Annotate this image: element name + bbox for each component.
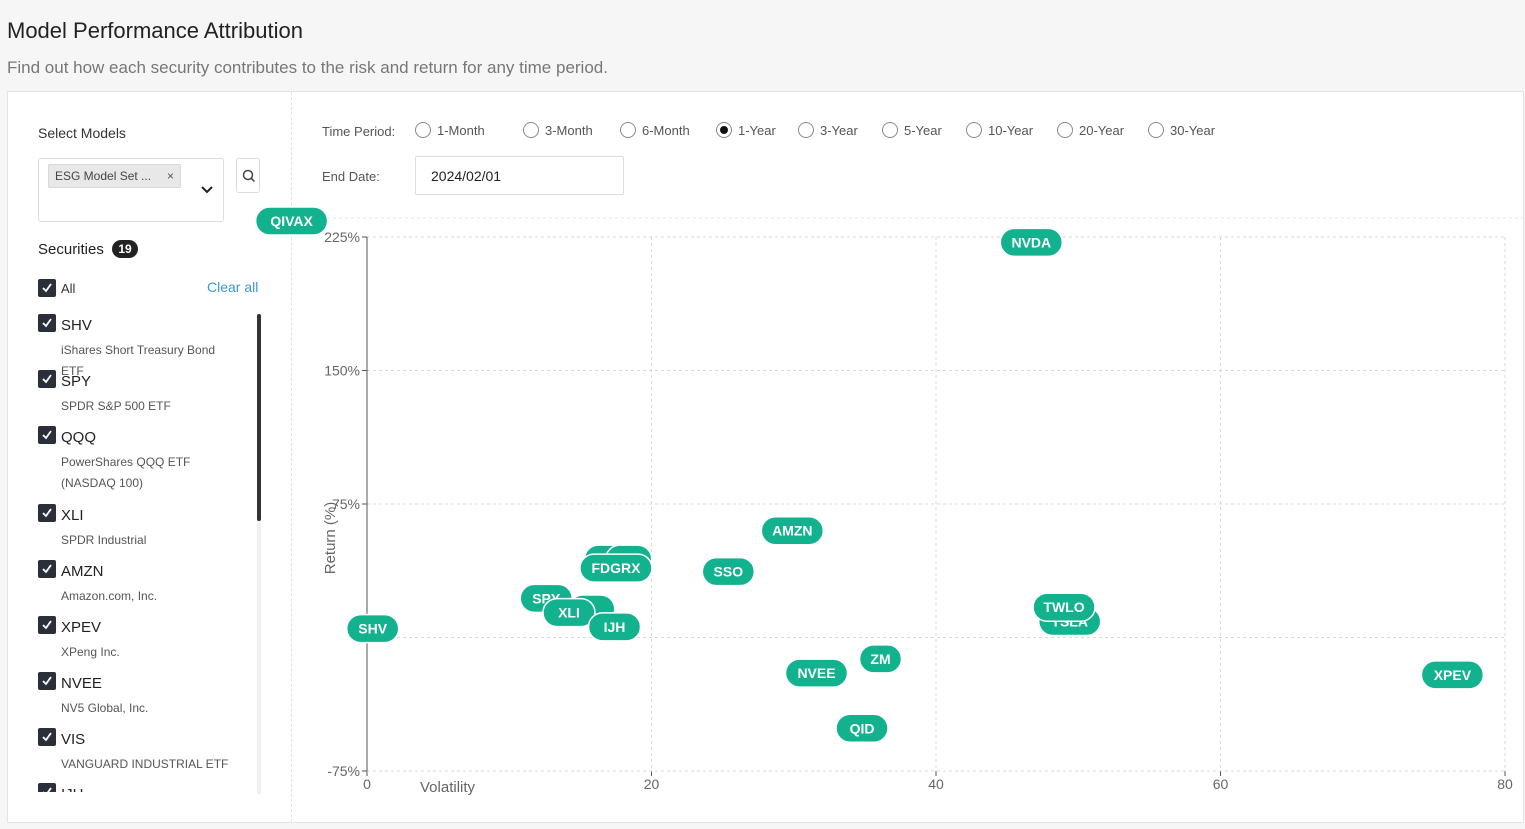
bubble-label: NVEE [797,665,835,681]
page-title: Model Performance Attribution [7,18,303,43]
bubble-label: XPEV [1434,667,1472,683]
data-point-bubble[interactable]: QID [835,713,889,744]
y-axis-title: Return (%) [322,502,339,575]
x-tick-label: 0 [363,776,371,792]
data-point-bubble[interactable]: FDGRX [579,553,653,583]
data-point-bubble[interactable]: IJH [587,612,642,642]
page-subtitle: Find out how each security contributes t… [7,58,608,77]
data-point-bubble[interactable]: NVDA [999,227,1064,258]
attribution-card: Select Models ESG Model Set ... × Securi… [7,91,1524,823]
data-point-bubble[interactable]: AMZN [760,515,825,546]
data-point-bubble[interactable]: ZM [858,644,903,674]
y-tick-label: 225% [324,229,360,245]
data-point-bubble[interactable]: SSO [701,556,756,587]
data-point-bubble[interactable]: XLI [542,597,596,628]
bubble-label: ZM [870,651,890,667]
bubble-label: QID [850,720,875,736]
bubble-label: SHV [358,621,387,637]
bubble-label: TWLO [1043,599,1084,615]
y-tick-label: 150% [324,363,360,379]
x-tick-label: 60 [1213,776,1229,792]
bubble-label: NVDA [1011,234,1051,250]
bubble-label: XLI [558,605,580,621]
x-tick-label: 20 [644,776,660,792]
risk-return-chart: 020406080-75%075%150%225%VolatilityRetur… [254,206,1523,796]
bubble-label: SSO [714,564,744,580]
bubble-label: QIVAX [270,213,313,229]
bubble-label: AMZN [772,523,812,539]
x-tick-label: 80 [1497,776,1513,792]
data-point-bubble[interactable]: QIVAX [254,206,329,236]
data-point-bubble[interactable]: XPEV [1420,660,1485,690]
bubble-label: IJH [604,619,626,635]
x-axis-title: Volatility [420,779,476,796]
data-point-bubble[interactable]: SHV [345,613,400,644]
y-tick-label: -75% [327,763,360,779]
bubble-label: FDGRX [591,560,641,576]
x-tick-label: 40 [928,776,944,792]
data-point-bubble[interactable]: NVEE [784,658,849,688]
data-point-bubble[interactable]: TWLO [1032,592,1096,622]
